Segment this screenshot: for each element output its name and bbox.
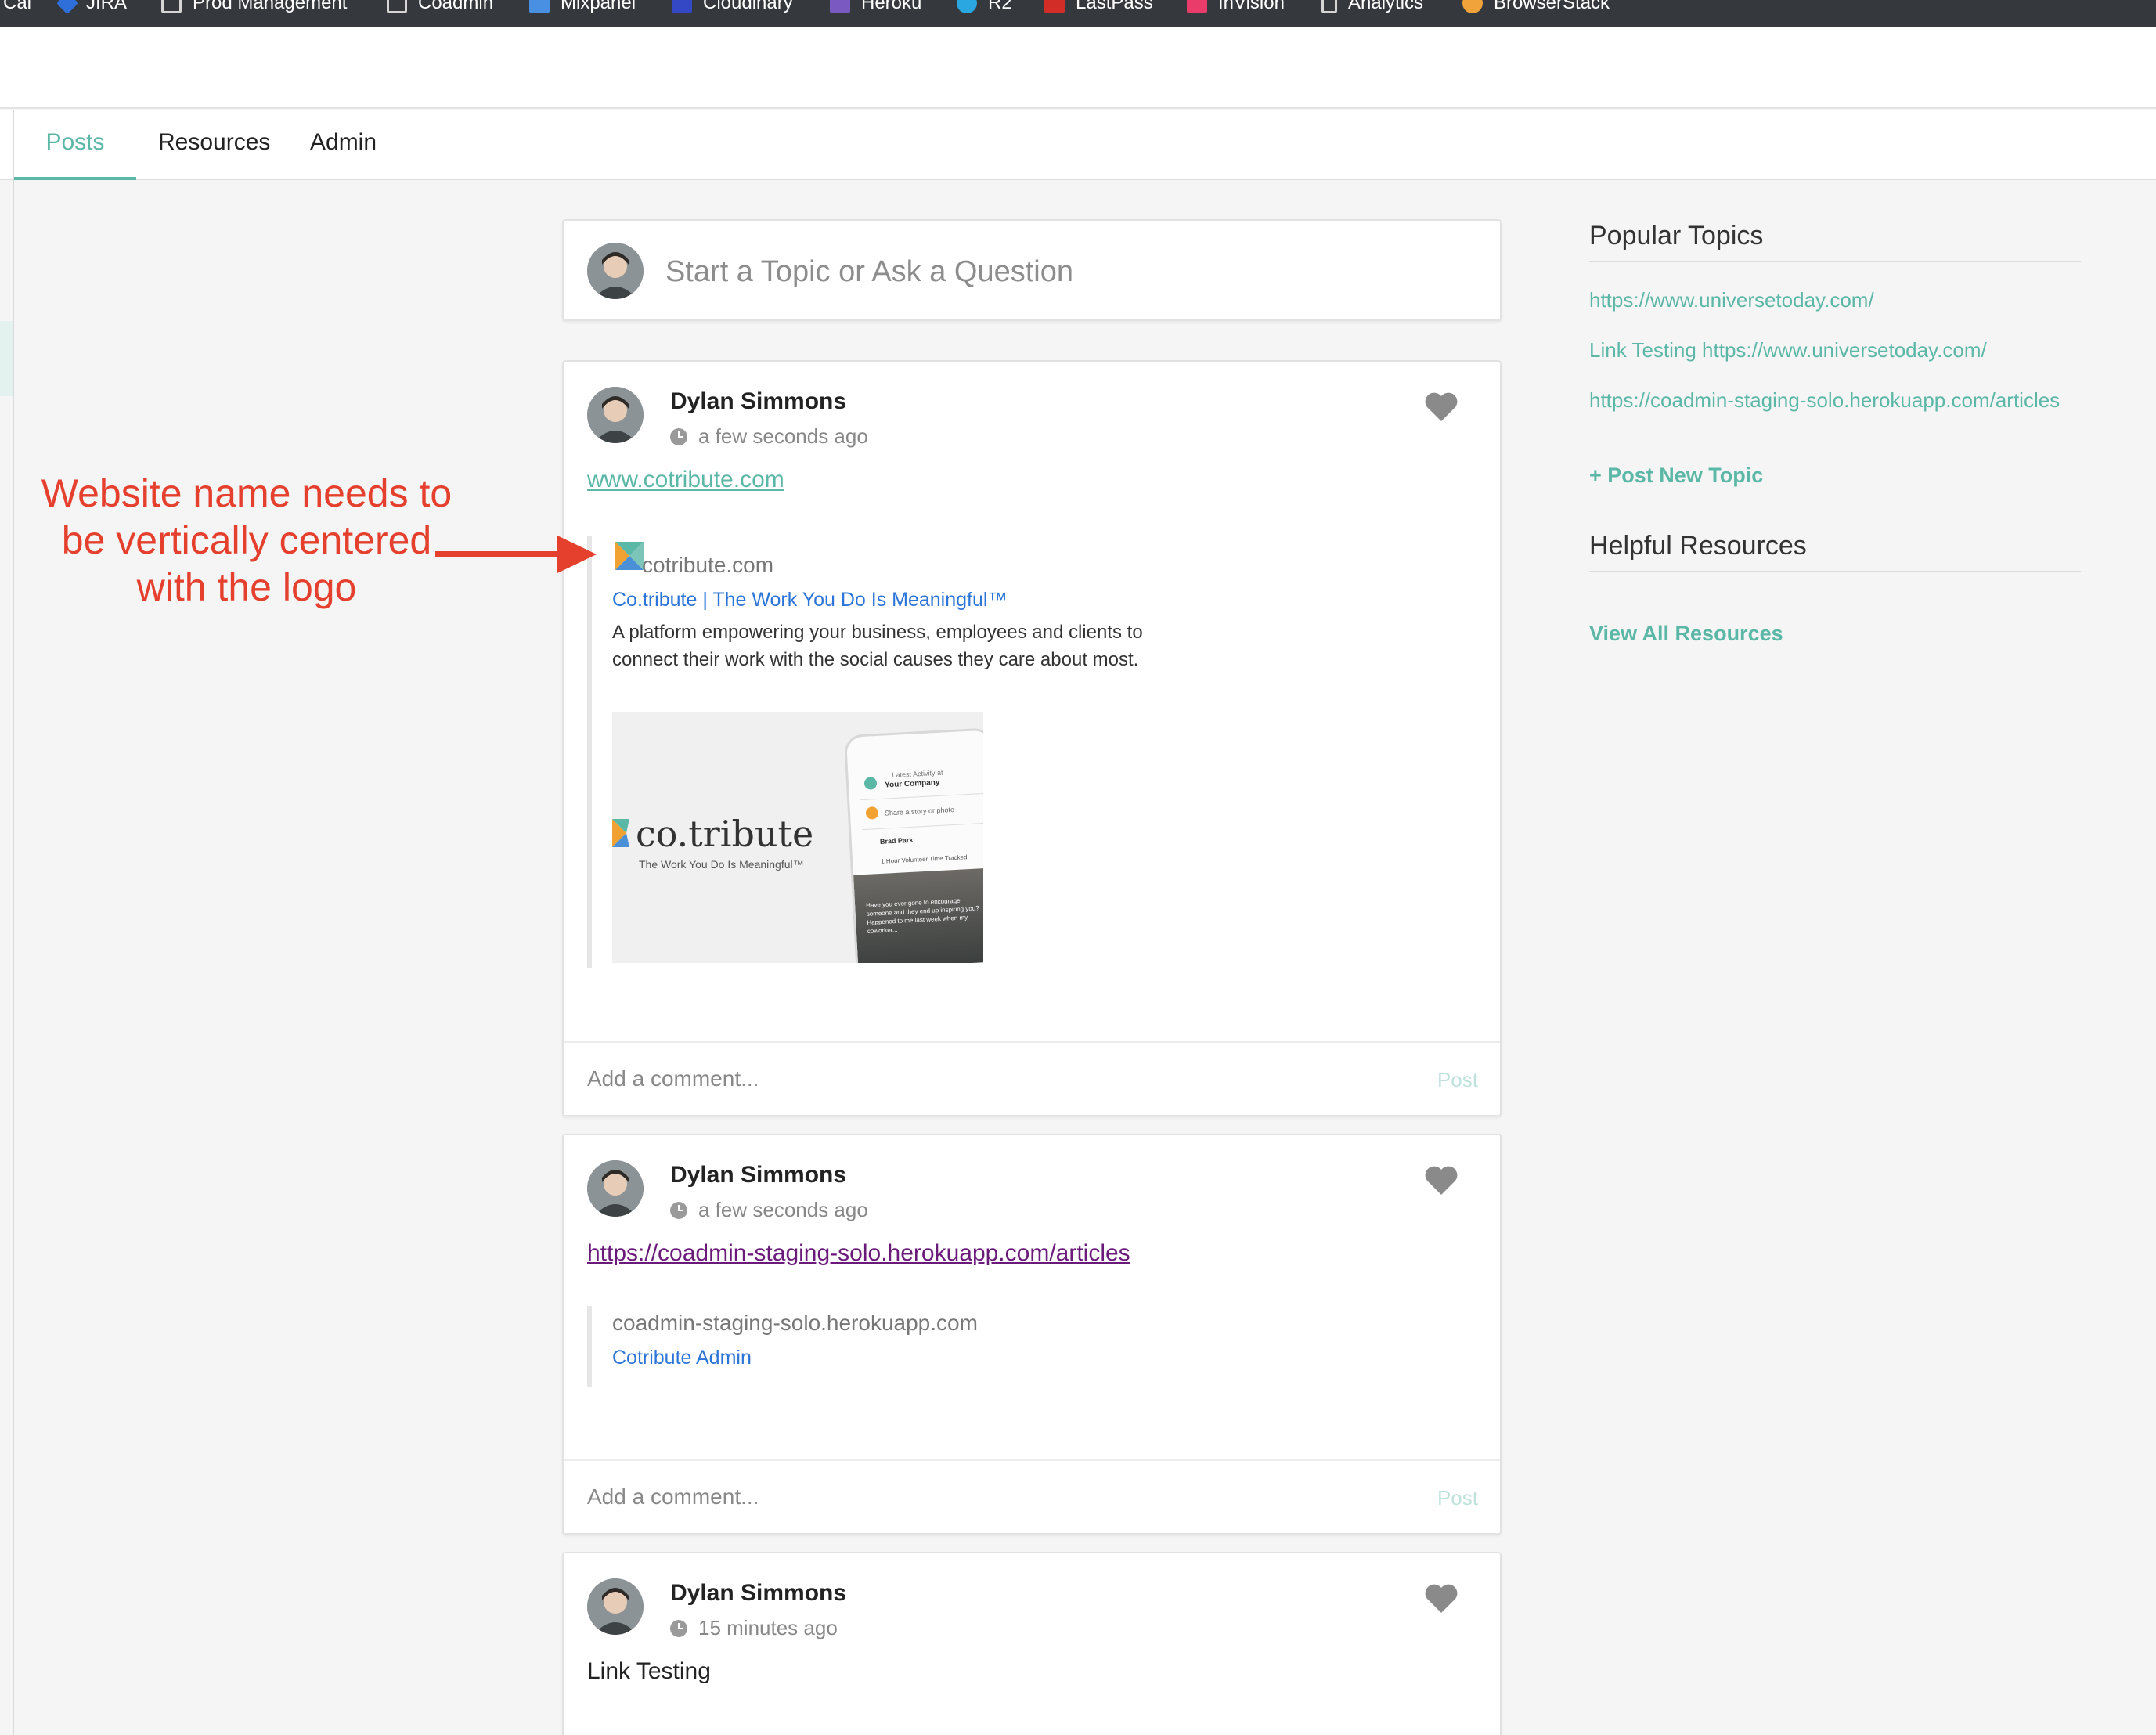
- sidebar-collapsed-marker: [0, 321, 13, 396]
- bookmark-cloudinary[interactable]: Cloudinary: [672, 0, 793, 16]
- link-preview[interactable]: cotribute.com Co.tribute | The Work You …: [587, 536, 1143, 968]
- folder-icon: [161, 0, 182, 13]
- helpful-resources-heading: Helpful Resources: [1589, 531, 2081, 572]
- invision-icon: [1187, 0, 1207, 13]
- comment-row: Add a comment... Post: [564, 1459, 1500, 1533]
- bookmark-analytics[interactable]: Analytics: [1321, 0, 1423, 16]
- topic-link[interactable]: https://coadmin-staging-solo.herokuapp.c…: [1589, 387, 2081, 413]
- avatar: [587, 387, 644, 443]
- bookmark-jira[interactable]: JIRA: [56, 0, 127, 16]
- bookmark-heroku[interactable]: Heroku: [830, 0, 921, 16]
- author-name[interactable]: Dylan Simmons: [670, 388, 846, 415]
- comment-post-button[interactable]: Post: [1437, 1486, 1478, 1510]
- clock-icon: [670, 427, 687, 445]
- post-time: a few seconds ago: [670, 424, 868, 449]
- clock-icon: [670, 1619, 687, 1637]
- tab-resources[interactable]: Resources: [158, 110, 270, 180]
- bookmarks-bar: Cal JIRA Prod Management Coadmin Mixpane…: [0, 0, 2156, 27]
- link-preview[interactable]: coadmin-staging-solo.herokuapp.com Cotri…: [587, 1306, 1292, 1387]
- post-link[interactable]: www.cotribute.com: [587, 467, 784, 493]
- cotribute-logo-icon: [615, 542, 644, 570]
- post-card: Dylan Simmons a few seconds ago www.cotr…: [562, 360, 1502, 1116]
- jira-icon: [56, 0, 79, 14]
- annotation-note: Website name needs to be vertically cent…: [41, 471, 452, 609]
- lastpass-icon: [1044, 0, 1065, 13]
- author-name[interactable]: Dylan Simmons: [670, 1162, 846, 1189]
- image-tagline: The Work You Do Is Meaningful™: [639, 858, 804, 871]
- heart-icon[interactable]: [1423, 1163, 1459, 1196]
- heroku-icon: [830, 0, 850, 13]
- comment-row: Add a comment... Post: [564, 1041, 1500, 1115]
- post-card: Dylan Simmons 15 minutes ago Link Testin…: [562, 1552, 1502, 1735]
- view-all-resources-link[interactable]: View All Resources: [1589, 622, 1783, 646]
- snowflake-icon: [957, 0, 977, 13]
- annotation-arrow-head: [557, 536, 597, 573]
- post-link[interactable]: https://coadmin-staging-solo.herokuapp.c…: [587, 1240, 1130, 1267]
- bookmark-prod-management[interactable]: Prod Management: [161, 0, 347, 16]
- comment-input[interactable]: Add a comment...: [587, 1484, 759, 1510]
- post-new-topic-button[interactable]: + Post New Topic: [1589, 464, 1763, 488]
- status-dot: [863, 777, 878, 790]
- composer-card: Start a Topic or Ask a Question: [562, 219, 1502, 321]
- preview-title[interactable]: Cotribute Admin: [612, 1347, 752, 1369]
- cotribute-logo-icon: [612, 819, 629, 847]
- bookmark-cal[interactable]: Cal: [3, 0, 31, 16]
- post-card: Dylan Simmons a few seconds ago https://…: [562, 1134, 1502, 1535]
- main-nav: Posts Resources Admin: [0, 110, 2156, 180]
- sidebar-edge: [13, 110, 14, 1735]
- preview-description: A platform empowering your business, emp…: [612, 622, 1143, 670]
- tab-posts[interactable]: Posts: [14, 110, 136, 180]
- page-icon: [1321, 0, 1337, 13]
- avatar: [587, 1578, 644, 1635]
- browserstack-icon: [1462, 0, 1483, 13]
- mixpanel-icon: [529, 0, 550, 13]
- avatar: [587, 1160, 644, 1217]
- folder-icon: [387, 0, 407, 13]
- heart-icon[interactable]: [1423, 390, 1459, 423]
- app-header: [0, 27, 2156, 109]
- bookmark-coadmin[interactable]: Coadmin: [387, 0, 493, 16]
- author-name[interactable]: Dylan Simmons: [670, 1580, 846, 1607]
- avatar: [587, 243, 644, 299]
- topic-link[interactable]: https://www.universetoday.com/: [1589, 287, 2081, 313]
- image-wordmark: co.tribute: [636, 813, 814, 855]
- post-text: Link Testing: [587, 1658, 711, 1684]
- topic-input[interactable]: Start a Topic or Ask a Question: [665, 255, 1073, 289]
- heart-icon[interactable]: [1423, 1582, 1459, 1614]
- preview-site-name: coadmin-staging-solo.herokuapp.com: [612, 1311, 978, 1335]
- popular-topics-heading: Popular Topics: [1589, 221, 2081, 262]
- phone-mockup: Latest Activity at Your Company Share a …: [843, 727, 983, 963]
- cloudinary-icon: [672, 0, 692, 13]
- avatar: [865, 806, 879, 820]
- tab-admin[interactable]: Admin: [310, 110, 377, 180]
- bookmark-mixpanel[interactable]: Mixpanel: [529, 0, 636, 16]
- bookmark-r2[interactable]: R2: [957, 0, 1012, 16]
- preview-image: co.tribute The Work You Do Is Meaningful…: [612, 712, 983, 963]
- annotation-arrow: [435, 551, 561, 557]
- comment-post-button[interactable]: Post: [1437, 1068, 1478, 1092]
- bookmark-lastpass[interactable]: LastPass: [1044, 0, 1153, 16]
- topic-link[interactable]: Link Testing https://www.universetoday.c…: [1589, 337, 2081, 363]
- preview-site-name: cotribute.com: [642, 553, 774, 577]
- comment-input[interactable]: Add a comment...: [587, 1066, 759, 1091]
- post-time: 15 minutes ago: [670, 1616, 838, 1640]
- bookmark-browserstack[interactable]: BrowserStack: [1462, 0, 1610, 16]
- bookmark-invision[interactable]: InVision: [1187, 0, 1285, 16]
- preview-title[interactable]: Co.tribute | The Work You Do Is Meaningf…: [612, 589, 1007, 611]
- post-time: a few seconds ago: [670, 1198, 868, 1222]
- clock-icon: [670, 1201, 687, 1219]
- phone-photo: Have you ever gone to encourage someone …: [853, 867, 983, 963]
